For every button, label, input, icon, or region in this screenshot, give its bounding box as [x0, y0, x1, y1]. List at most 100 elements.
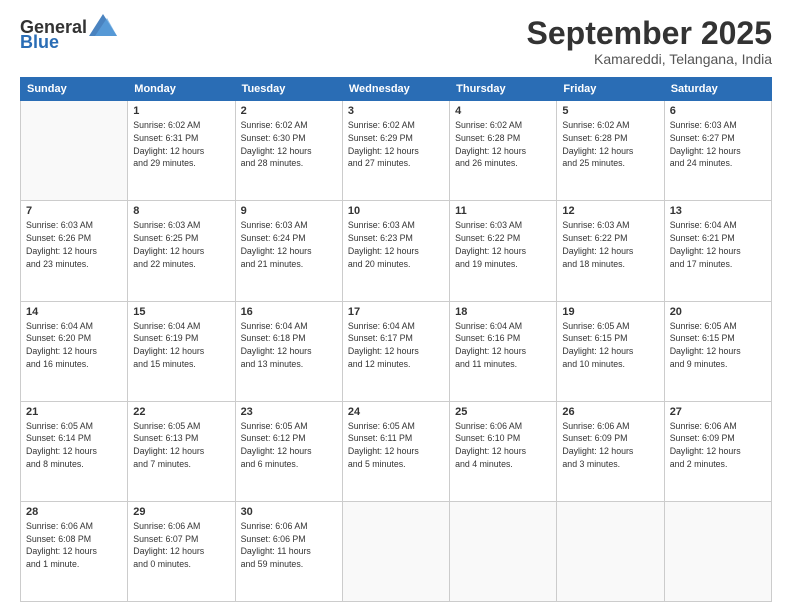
calendar-cell: 29 Sunrise: 6:06 AMSunset: 6:07 PMDayligh… [128, 501, 235, 601]
day-info: Sunrise: 6:05 AMSunset: 6:13 PMDaylight:… [133, 420, 229, 471]
calendar-cell: 22 Sunrise: 6:05 AMSunset: 6:13 PMDayligh… [128, 401, 235, 501]
day-number: 2 [241, 105, 337, 117]
calendar-cell: 28Sunrise: 6:06 AMSunset: 6:08 PMDayligh… [21, 501, 128, 601]
calendar-cell: 19 Sunrise: 6:05 AMSunset: 6:15 PMDayligh… [557, 301, 664, 401]
calendar-cell: 4Sunrise: 6:02 AMSunset: 6:28 PMDaylight… [450, 101, 557, 201]
day-number: 11 [455, 205, 551, 217]
calendar-cell: 2Sunrise: 6:02 AMSunset: 6:30 PMDaylight… [235, 101, 342, 201]
calendar-header-row: Sunday Monday Tuesday Wednesday Thursday… [21, 78, 772, 101]
day-info: Sunrise: 6:06 AMSunset: 6:08 PMDaylight:… [26, 520, 122, 571]
logo-icon [89, 14, 117, 36]
calendar-cell: 16 Sunrise: 6:04 AMSunset: 6:18 PMDayligh… [235, 301, 342, 401]
day-number: 27 [670, 406, 766, 418]
calendar-cell: 3 Sunrise: 6:02 AMSunset: 6:29 PMDaylight… [342, 101, 449, 201]
header: General Blue September 2025 Kamareddi, T… [20, 16, 772, 67]
day-info: Sunrise: 6:05 AMSunset: 6:15 PMDaylight:… [670, 320, 766, 371]
day-info: Sunrise: 6:03 AMSunset: 6:26 PMDaylight:… [26, 219, 122, 270]
day-number: 19 [562, 306, 658, 318]
day-info: Sunrise: 6:04 AMSunset: 6:17 PMDaylight:… [348, 320, 444, 371]
day-number: 25 [455, 406, 551, 418]
day-info: Sunrise: 6:03 AMSunset: 6:22 PMDaylight:… [455, 219, 551, 270]
calendar-cell: 14 Sunrise: 6:04 AMSunset: 6:20 PMDayligh… [21, 301, 128, 401]
day-number: 13 [670, 205, 766, 217]
day-info: Sunrise: 6:06 AMSunset: 6:09 PMDaylight:… [562, 420, 658, 471]
day-number: 24 [348, 406, 444, 418]
month-title: September 2025 [527, 16, 772, 51]
calendar-cell: 6Sunrise: 6:03 AMSunset: 6:27 PMDaylight… [664, 101, 771, 201]
location-title: Kamareddi, Telangana, India [527, 51, 772, 67]
day-info: Sunrise: 6:04 AMSunset: 6:16 PMDaylight:… [455, 320, 551, 371]
day-number: 20 [670, 306, 766, 318]
day-number: 5 [562, 105, 658, 117]
day-number: 16 [241, 306, 337, 318]
calendar-cell: 18 Sunrise: 6:04 AMSunset: 6:16 PMDayligh… [450, 301, 557, 401]
day-info: Sunrise: 6:04 AMSunset: 6:21 PMDaylight:… [670, 219, 766, 270]
page: General Blue September 2025 Kamareddi, T… [0, 0, 792, 612]
day-info: Sunrise: 6:02 AMSunset: 6:28 PMDaylight:… [455, 119, 551, 170]
day-info: Sunrise: 6:02 AMSunset: 6:28 PMDaylight:… [562, 119, 658, 170]
day-info: Sunrise: 6:03 AMSunset: 6:24 PMDaylight:… [241, 219, 337, 270]
logo-blue: Blue [20, 32, 59, 52]
calendar-cell [450, 501, 557, 601]
day-number: 9 [241, 205, 337, 217]
calendar-cell [557, 501, 664, 601]
day-info: Sunrise: 6:06 AMSunset: 6:07 PMDaylight:… [133, 520, 229, 571]
calendar-cell: 21 Sunrise: 6:05 AMSunset: 6:14 PMDayligh… [21, 401, 128, 501]
calendar-cell: 15 Sunrise: 6:04 AMSunset: 6:19 PMDayligh… [128, 301, 235, 401]
day-number: 15 [133, 306, 229, 318]
title-block: September 2025 Kamareddi, Telangana, Ind… [527, 16, 772, 67]
week-row-1: 1 Sunrise: 6:02 AMSunset: 6:31 PMDaylight… [21, 101, 772, 201]
calendar-cell: 26Sunrise: 6:06 AMSunset: 6:09 PMDayligh… [557, 401, 664, 501]
calendar-cell: 9 Sunrise: 6:03 AMSunset: 6:24 PMDaylight… [235, 201, 342, 301]
calendar-cell: 12 Sunrise: 6:03 AMSunset: 6:22 PMDayligh… [557, 201, 664, 301]
day-info: Sunrise: 6:06 AMSunset: 6:09 PMDaylight:… [670, 420, 766, 471]
calendar-cell: 11 Sunrise: 6:03 AMSunset: 6:22 PMDayligh… [450, 201, 557, 301]
calendar-cell: 20 Sunrise: 6:05 AMSunset: 6:15 PMDayligh… [664, 301, 771, 401]
day-number: 17 [348, 306, 444, 318]
calendar-cell: 23Sunrise: 6:05 AMSunset: 6:12 PMDayligh… [235, 401, 342, 501]
calendar-cell [342, 501, 449, 601]
day-info: Sunrise: 6:04 AMSunset: 6:19 PMDaylight:… [133, 320, 229, 371]
day-number: 12 [562, 205, 658, 217]
col-sunday: Sunday [21, 78, 128, 101]
col-thursday: Thursday [450, 78, 557, 101]
day-info: Sunrise: 6:03 AMSunset: 6:27 PMDaylight:… [670, 119, 766, 170]
calendar-cell: 24 Sunrise: 6:05 AMSunset: 6:11 PMDayligh… [342, 401, 449, 501]
day-number: 23 [241, 406, 337, 418]
calendar-cell: 25 Sunrise: 6:06 AMSunset: 6:10 PMDayligh… [450, 401, 557, 501]
day-number: 8 [133, 205, 229, 217]
day-info: Sunrise: 6:03 AMSunset: 6:22 PMDaylight:… [562, 219, 658, 270]
day-info: Sunrise: 6:06 AMSunset: 6:06 PMDaylight:… [241, 520, 337, 571]
day-number: 22 [133, 406, 229, 418]
day-number: 3 [348, 105, 444, 117]
calendar-cell: 10Sunrise: 6:03 AMSunset: 6:23 PMDayligh… [342, 201, 449, 301]
day-info: Sunrise: 6:04 AMSunset: 6:20 PMDaylight:… [26, 320, 122, 371]
day-info: Sunrise: 6:04 AMSunset: 6:18 PMDaylight:… [241, 320, 337, 371]
calendar-cell [664, 501, 771, 601]
col-wednesday: Wednesday [342, 78, 449, 101]
day-number: 10 [348, 205, 444, 217]
day-number: 1 [133, 105, 229, 117]
day-info: Sunrise: 6:06 AMSunset: 6:10 PMDaylight:… [455, 420, 551, 471]
day-number: 7 [26, 205, 122, 217]
day-number: 18 [455, 306, 551, 318]
day-number: 30 [241, 506, 337, 518]
day-number: 21 [26, 406, 122, 418]
calendar: Sunday Monday Tuesday Wednesday Thursday… [20, 77, 772, 602]
calendar-cell: 30 Sunrise: 6:06 AMSunset: 6:06 PMDayligh… [235, 501, 342, 601]
week-row-5: 28Sunrise: 6:06 AMSunset: 6:08 PMDayligh… [21, 501, 772, 601]
day-info: Sunrise: 6:02 AMSunset: 6:31 PMDaylight:… [133, 119, 229, 170]
day-number: 14 [26, 306, 122, 318]
week-row-4: 21 Sunrise: 6:05 AMSunset: 6:14 PMDayligh… [21, 401, 772, 501]
day-info: Sunrise: 6:05 AMSunset: 6:14 PMDaylight:… [26, 420, 122, 471]
day-info: Sunrise: 6:02 AMSunset: 6:29 PMDaylight:… [348, 119, 444, 170]
col-tuesday: Tuesday [235, 78, 342, 101]
day-info: Sunrise: 6:03 AMSunset: 6:25 PMDaylight:… [133, 219, 229, 270]
calendar-cell: 5 Sunrise: 6:02 AMSunset: 6:28 PMDaylight… [557, 101, 664, 201]
day-info: Sunrise: 6:05 AMSunset: 6:11 PMDaylight:… [348, 420, 444, 471]
col-friday: Friday [557, 78, 664, 101]
week-row-3: 14 Sunrise: 6:04 AMSunset: 6:20 PMDayligh… [21, 301, 772, 401]
calendar-cell: 8 Sunrise: 6:03 AMSunset: 6:25 PMDaylight… [128, 201, 235, 301]
day-number: 29 [133, 506, 229, 518]
day-info: Sunrise: 6:05 AMSunset: 6:15 PMDaylight:… [562, 320, 658, 371]
